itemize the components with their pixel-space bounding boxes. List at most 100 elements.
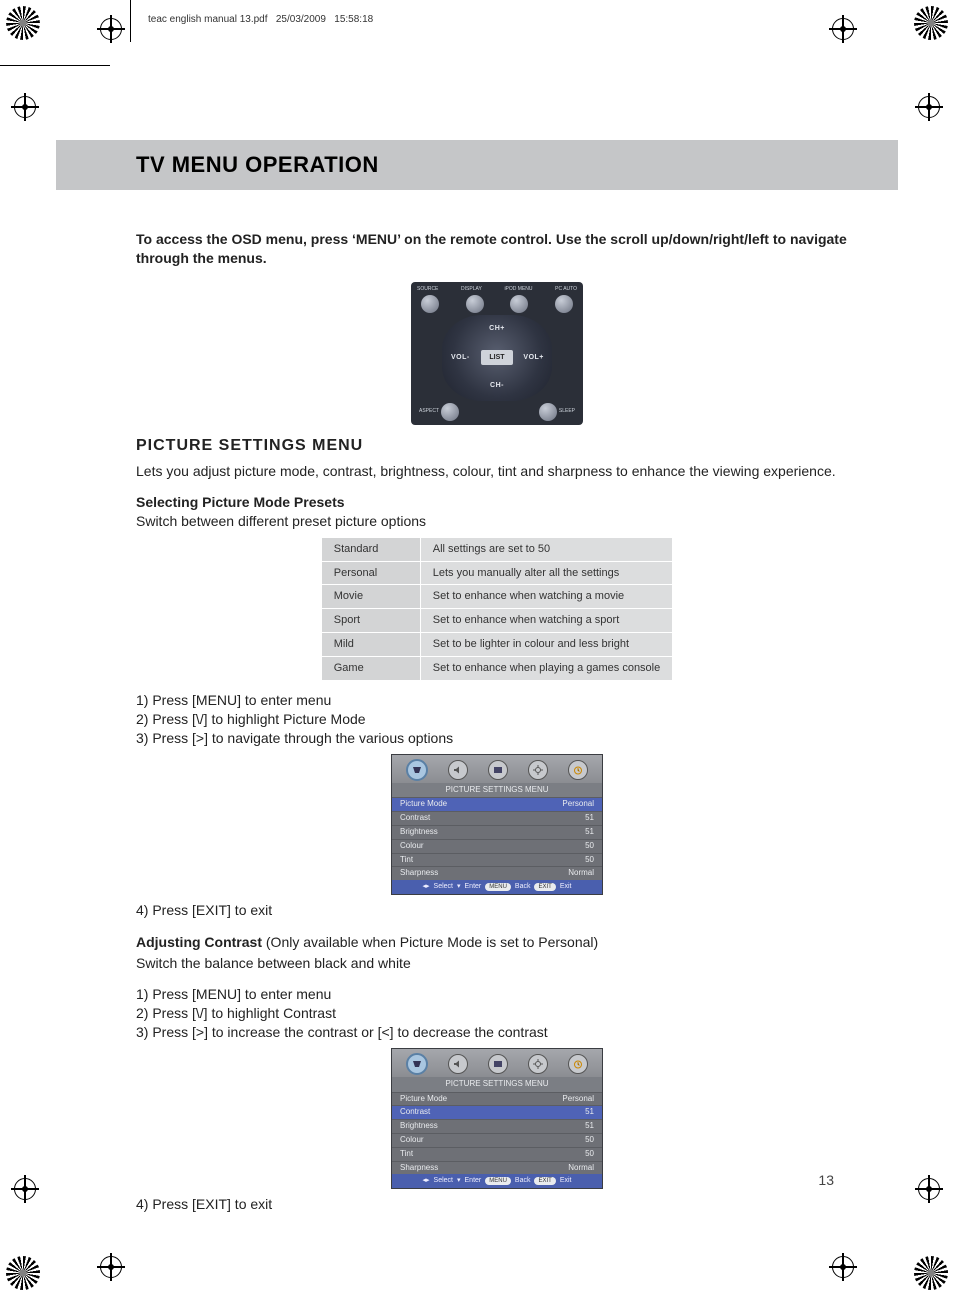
osd-row: Brightness51 <box>392 1119 602 1133</box>
reg-mark-bottom-left-icon <box>100 1256 122 1278</box>
remote-top-row: SOURCE DISPLAY iPOD MENU PC AUTO <box>415 286 579 295</box>
osd-value: 50 <box>585 841 594 852</box>
osd-value: 51 <box>585 827 594 838</box>
osd-label: Picture Mode <box>400 799 447 810</box>
osd-foot-select: Select <box>434 1176 453 1185</box>
remote-dpad-ring: CH+ VOL- LIST VOL+ CH- <box>442 315 552 401</box>
osd-row: Tint 50 <box>392 1147 602 1161</box>
remote-label-pcauto: PC AUTO <box>555 286 577 293</box>
reg-mark-right-lower-icon <box>918 1178 940 1200</box>
osd-label: Tint <box>400 1149 413 1160</box>
osd-title: PICTURE SETTINGS MENU <box>392 1077 602 1092</box>
osd-label: Picture Mode <box>400 1094 447 1105</box>
preset-desc: Set to enhance when watching a movie <box>420 585 673 609</box>
reg-fan-top-right-icon <box>914 6 948 40</box>
down-arrow-icon: ▾ <box>457 1176 461 1185</box>
reg-mark-left-upper-icon <box>14 96 36 118</box>
remote-small-button-icon <box>539 403 557 421</box>
osd-label: Contrast <box>400 1107 430 1118</box>
osd-value: Personal <box>562 799 594 810</box>
osd-foot-exit-pill: EXIT <box>534 883 555 891</box>
sound-settings-icon <box>448 1054 468 1074</box>
preset-desc: Set to enhance when watching a sport <box>420 609 673 633</box>
presets-sub: Switch between different preset picture … <box>136 512 858 531</box>
sound-settings-icon <box>448 760 468 780</box>
crop-line-icon <box>0 65 110 66</box>
osd-row: Contrast51 <box>392 811 602 825</box>
remote-dpad-illustration: SOURCE DISPLAY iPOD MENU PC AUTO CH+ VOL… <box>411 282 583 425</box>
osd-foot-exit: Exit <box>560 882 572 891</box>
osd-label: Colour <box>400 1135 424 1146</box>
osd-value: 51 <box>585 1107 594 1118</box>
osd-label: Tint <box>400 855 413 866</box>
steps-list-a: 1) Press [MENU] to enter menu 2) Press [… <box>136 691 858 748</box>
page-title: TV MENU OPERATION <box>136 152 898 178</box>
osd-value: 50 <box>585 1149 594 1160</box>
preset-name: Movie <box>321 585 420 609</box>
osd-row-picture-mode: Picture Mode Personal <box>392 797 602 811</box>
body: To access the OSD menu, press ‘MENU’ on … <box>136 230 858 1214</box>
osd-label: Contrast <box>400 813 430 824</box>
contrast-heading: Adjusting Contrast <box>136 934 262 950</box>
remote-label-ipod: iPOD MENU <box>504 286 532 293</box>
table-row: SportSet to enhance when watching a spor… <box>321 609 673 633</box>
osd-row: Sharpness Normal <box>392 1161 602 1175</box>
remote-up-label: CH+ <box>489 324 505 333</box>
custom-osd-row: Brightness 51 <box>392 825 602 839</box>
osd-label: Brightness <box>400 827 438 838</box>
section-heading: PICTURE SETTINGS MENU <box>136 435 858 457</box>
step-item: 3) Press [>] to increase the contrast or… <box>136 1023 858 1042</box>
table-row: StandardAll settings are set to 50 <box>321 537 673 561</box>
osd-foot-enter: Enter <box>465 882 482 891</box>
page-title-bar: TV MENU OPERATION <box>56 140 898 190</box>
remote-center-label: LIST <box>481 350 512 365</box>
table-row: PersonalLets you manually alter all the … <box>321 561 673 585</box>
section-lead: Lets you adjust picture mode, contrast, … <box>136 462 858 481</box>
preset-table: StandardAll settings are set to 50 Perso… <box>321 537 674 681</box>
step-item: 1) Press [MENU] to enter menu <box>136 985 858 1004</box>
preset-desc: All settings are set to 50 <box>420 537 673 561</box>
osd-foot-exit: Exit <box>560 1176 572 1185</box>
osd-value: Normal <box>568 1163 594 1174</box>
meta-filename: teac english manual 13.pdf <box>148 14 268 25</box>
osd-label: Sharpness <box>400 1163 438 1174</box>
osd-row: Tint50 <box>392 853 602 867</box>
step-item: 2) Press [\/] to highlight Picture Mode <box>136 710 858 729</box>
meta-time: 15:58:18 <box>334 14 373 25</box>
step-item: 3) Press [>] to navigate through the var… <box>136 729 858 748</box>
channel-settings-icon <box>488 1054 508 1074</box>
remote-left-label: VOL- <box>451 353 470 362</box>
osd-screenshot-contrast: PICTURE SETTINGS MENU Picture ModePerson… <box>391 1048 603 1189</box>
remote-bottom-row: ASPECT SLEEP <box>415 401 579 423</box>
intro-text: To access the OSD menu, press ‘MENU’ on … <box>136 230 858 268</box>
preset-desc: Set to enhance when playing a games cons… <box>420 657 673 681</box>
osd-label: Colour <box>400 841 424 852</box>
picture-settings-icon <box>406 759 428 781</box>
timer-icon <box>568 1054 588 1074</box>
preset-desc: Set to be lighter in colour and less bri… <box>420 633 673 657</box>
preset-name: Standard <box>321 537 420 561</box>
reg-mark-right-upper-icon <box>918 96 940 118</box>
osd-row: Colour 50 <box>392 839 602 853</box>
osd-foot-enter: Enter <box>465 1176 482 1185</box>
reg-fan-bottom-right-icon <box>914 1256 948 1290</box>
setup-icon <box>528 1054 548 1074</box>
remote-small-button-icon <box>555 295 573 313</box>
table-row: MovieSet to enhance when watching a movi… <box>321 585 673 609</box>
preset-name: Sport <box>321 609 420 633</box>
osd-foot-back: Back <box>515 1176 531 1185</box>
osd-screenshot-picture-mode: PICTURE SETTINGS MENU Picture ModePerson… <box>391 754 603 895</box>
osd-foot-menu-pill: MENU <box>485 1177 511 1185</box>
content-area: TV MENU OPERATION To access the OSD menu… <box>56 140 898 1214</box>
osd-icon-row <box>392 755 602 783</box>
remote-right-label: VOL+ <box>523 353 543 362</box>
page-root: teac english manual 13.pdf 25/03/2009 15… <box>0 0 954 1296</box>
osd-footer: ◂▸ Select ▾ Enter MENU Back EXIT Exit <box>392 880 602 893</box>
setup-icon <box>528 760 548 780</box>
picture-settings-icon <box>406 1053 428 1075</box>
osd-foot-exit-pill: EXIT <box>534 1177 555 1185</box>
osd-footer: ◂▸ Select ▾ Enter MENU Back EXIT Exit <box>392 1174 602 1187</box>
crop-line-icon <box>130 0 131 42</box>
remote-label-aspect: ASPECT <box>419 408 439 415</box>
osd-foot-back: Back <box>515 882 531 891</box>
